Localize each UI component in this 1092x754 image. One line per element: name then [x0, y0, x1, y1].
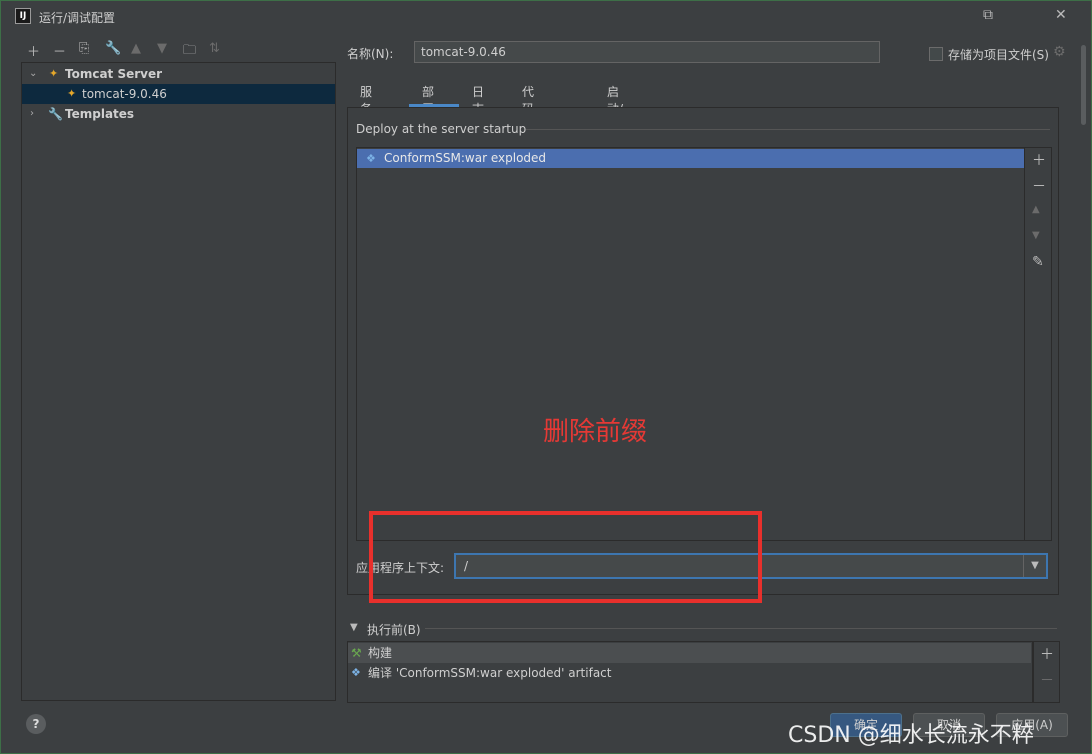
store-as-project-file-label: 存储为项目文件(S)	[948, 48, 1049, 62]
plus-icon[interactable]: ＋	[27, 41, 40, 60]
intellij-app-icon: IJ	[15, 8, 31, 24]
tree-item-label: Tomcat Server	[65, 67, 163, 81]
wrench-icon[interactable]: 🔧	[105, 41, 121, 56]
pencil-icon[interactable]: ✎	[1032, 254, 1044, 270]
artifact-icon: ❖	[366, 152, 376, 165]
tree-item-label: Templates	[65, 107, 135, 121]
minus-icon[interactable]: －	[53, 41, 66, 60]
name-input[interactable]: tomcat-9.0.46	[414, 41, 880, 63]
folder-add-icon[interactable]: 🗀	[183, 41, 196, 63]
deploy-artifact-list[interactable]	[356, 147, 1026, 541]
window-title: 运行/调试配置	[39, 11, 116, 25]
chevron-down-icon[interactable]: ⌄	[29, 64, 37, 84]
hammer-icon: ⚒	[351, 646, 362, 660]
wrench-icon: 🔧	[48, 107, 63, 121]
list-item-label: 构建	[368, 646, 393, 660]
arrow-up-icon[interactable]: ▲	[1032, 204, 1040, 215]
annotation-highlight-box	[369, 511, 762, 603]
gear-icon[interactable]: ⚙	[1053, 44, 1066, 60]
chevron-down-icon[interactable]: ▼	[1023, 555, 1046, 577]
plus-icon[interactable]: ＋	[1032, 150, 1046, 170]
minus-icon[interactable]: －	[1040, 670, 1054, 690]
copy-icon[interactable]: ⎘	[79, 41, 89, 56]
plus-icon[interactable]: ＋	[1040, 644, 1054, 664]
restore-icon[interactable]: ⧉	[983, 7, 993, 23]
divider	[526, 129, 1050, 130]
help-icon[interactable]: ?	[26, 714, 46, 734]
list-item-label: 编译 'ConformSSM:war exploded' artifact	[368, 666, 612, 680]
before-launch-tools: ＋ －	[1032, 641, 1060, 703]
collapse-triangle-icon[interactable]: ▼	[350, 622, 358, 633]
config-tree: ⌄ ✦ Tomcat Server ✦ tomcat-9.0.46 › 🔧 Te…	[21, 62, 336, 701]
store-as-project-file-checkbox[interactable]	[929, 47, 943, 61]
close-icon[interactable]: ✕	[1055, 7, 1067, 23]
tomcat-icon: ✦	[67, 87, 77, 100]
minus-icon[interactable]: －	[1032, 176, 1046, 196]
arrow-up-icon[interactable]: ▲	[131, 41, 141, 56]
divider	[425, 628, 1057, 629]
annotation-text: 删除前缀	[543, 417, 648, 447]
title-bar: IJ 运行/调试配置 ⧉ ✕	[1, 1, 1091, 31]
tree-item-templates[interactable]: › 🔧 Templates	[22, 104, 335, 124]
list-item[interactable]: ❖ ConformSSM:war exploded	[357, 149, 1024, 168]
before-launch-label: 执行前(B)	[367, 623, 421, 637]
name-label: 名称(N):	[347, 47, 394, 61]
deploy-section-label: Deploy at the server startup	[356, 122, 527, 136]
run-debug-config-window: IJ 运行/调试配置 ⧉ ✕ ＋ － ⎘ 🔧 ▲ ▼ 🗀 ⇅ ⌄ ✦ Tomca…	[0, 0, 1092, 754]
tree-item-tomcat-server[interactable]: ⌄ ✦ Tomcat Server	[22, 64, 335, 84]
tomcat-icon: ✦	[49, 67, 59, 80]
watermark-text: CSDN @细水长流永不粹	[788, 723, 1034, 748]
deploy-list-tools: ＋ － ▲ ▼ ✎	[1024, 147, 1052, 541]
tree-item-label: tomcat-9.0.46	[82, 87, 167, 101]
scrollbar[interactable]	[1081, 45, 1086, 125]
sort-icon[interactable]: ⇅	[209, 41, 220, 56]
tree-item-tomcat-config[interactable]: ✦ tomcat-9.0.46	[22, 84, 335, 104]
arrow-down-icon[interactable]: ▼	[1032, 230, 1040, 241]
chevron-right-icon[interactable]: ›	[30, 104, 34, 124]
artifact-icon: ❖	[351, 666, 361, 679]
list-item[interactable]: ❖ 编译 'ConformSSM:war exploded' artifact	[348, 663, 1031, 683]
list-item[interactable]: ⚒ 构建	[348, 643, 1031, 663]
artifact-label: ConformSSM:war exploded	[384, 151, 547, 165]
arrow-down-icon[interactable]: ▼	[157, 41, 167, 56]
